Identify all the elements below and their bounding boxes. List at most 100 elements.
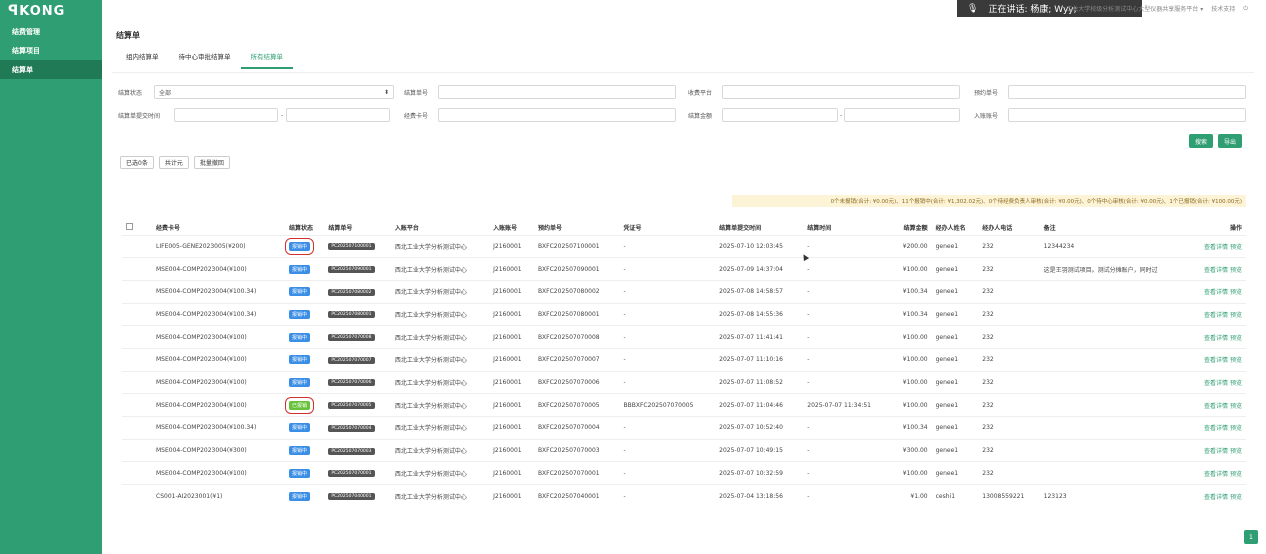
- view-detail-link[interactable]: 查看详情: [1204, 312, 1228, 319]
- support-link[interactable]: 技术支持: [1211, 4, 1235, 13]
- preview-link[interactable]: 预览: [1230, 267, 1242, 274]
- cell-platform: 西北工业大学分析测试中心: [390, 234, 490, 258]
- bill-code-badge: PC202507090001: [328, 266, 375, 274]
- preview-link[interactable]: 预览: [1230, 289, 1242, 296]
- preview-link[interactable]: 预览: [1230, 357, 1242, 364]
- card-no-input[interactable]: [438, 108, 676, 122]
- view-detail-link[interactable]: 查看详情: [1204, 289, 1228, 296]
- cell-settle-time: -: [803, 461, 892, 485]
- view-detail-link[interactable]: 查看详情: [1204, 494, 1228, 501]
- cell-settle-time: -: [803, 302, 892, 326]
- account-input[interactable]: [1008, 108, 1246, 122]
- amount-max-input[interactable]: [844, 108, 961, 122]
- cell-amount: ¥100.34: [891, 416, 932, 440]
- bill-no-input[interactable]: [438, 85, 676, 99]
- cell-amount: ¥100.34: [891, 279, 932, 304]
- cell-handler: genee1: [931, 302, 979, 326]
- sidebar-item-settlement-bills[interactable]: 结算单: [0, 60, 102, 79]
- sidebar: ꟼ KONG 结费管理 结算项目 结算单: [0, 0, 102, 554]
- cell-account: J2160001: [489, 438, 534, 462]
- view-detail-link[interactable]: 查看详情: [1204, 425, 1228, 432]
- view-detail-link[interactable]: 查看详情: [1204, 380, 1228, 387]
- search-button[interactable]: 搜索: [1189, 134, 1214, 148]
- cell-settle-time: -: [803, 279, 892, 304]
- cell-handler: genee1: [931, 393, 979, 417]
- view-detail-link[interactable]: 查看详情: [1204, 244, 1228, 251]
- cell-amount: ¥100.00: [891, 393, 932, 417]
- cell-platform: 西北工业大学分析测试中心: [390, 461, 490, 485]
- cell-platform: 西北工业大学分析测试中心: [390, 416, 490, 440]
- cell-amount: ¥100.00: [891, 347, 932, 372]
- view-detail-link[interactable]: 查看详情: [1204, 471, 1228, 478]
- platform-input[interactable]: [722, 85, 960, 99]
- sidebar-item-settlement-projects[interactable]: 结算项目: [0, 41, 102, 60]
- status-badge: 报销中: [289, 287, 311, 297]
- preview-link[interactable]: 预览: [1230, 494, 1242, 501]
- view-detail-link[interactable]: 查看详情: [1204, 448, 1228, 455]
- bill-code-badge: PC202507070003: [328, 447, 375, 455]
- preview-link[interactable]: 预览: [1230, 380, 1242, 387]
- amount-min-input[interactable]: [722, 108, 838, 122]
- cell-booking: BXFC202507070006: [533, 370, 620, 394]
- cell-handler: genee1: [931, 461, 979, 485]
- total-button[interactable]: 共计元: [158, 156, 189, 169]
- card-no-label: 经费卡号: [404, 112, 429, 120]
- bill-code-badge: PC202507040001: [328, 493, 375, 501]
- tab-all-bills[interactable]: 所有结算单: [240, 45, 293, 69]
- cell-voucher: -: [619, 461, 716, 485]
- preview-link[interactable]: 预览: [1230, 471, 1242, 478]
- tab-group-bills[interactable]: 组内结算单: [116, 45, 169, 69]
- cell-platform: 西北工业大学分析测试中心: [390, 484, 490, 508]
- power-icon[interactable]: ⏻: [1243, 5, 1248, 13]
- cell-card: MSE004-COMP2023004(¥100.34): [152, 302, 286, 326]
- submit-time-end[interactable]: [286, 108, 391, 122]
- cell-remark: [1039, 370, 1190, 394]
- col-phone: 经办人电话: [982, 225, 1013, 233]
- page-1-button[interactable]: 1: [1244, 530, 1258, 544]
- bill-code-badge: PC202507070006: [328, 379, 375, 387]
- cell-platform: 西北工业大学分析测试中心: [390, 325, 490, 349]
- selected-count-button[interactable]: 已选0条: [120, 156, 154, 169]
- view-detail-link[interactable]: 查看详情: [1204, 267, 1228, 274]
- export-button[interactable]: 导出: [1218, 134, 1243, 148]
- cell-account: J2160001: [489, 484, 534, 508]
- preview-link[interactable]: 预览: [1230, 335, 1242, 342]
- cell-submit-time: 2025-07-08 14:55:36: [715, 302, 804, 326]
- cell-settle-time: -: [803, 347, 892, 372]
- table-row: MSE004-COMP2023004(¥100) 报销中 PC20250707000…: [122, 325, 1246, 349]
- preview-link[interactable]: 预览: [1230, 403, 1242, 410]
- col-handler: 经办人姓名: [935, 225, 966, 233]
- cell-handler: genee1: [931, 370, 979, 394]
- cell-settle-time: -: [803, 234, 892, 258]
- cell-remark: [1039, 461, 1190, 485]
- tab-pending-center[interactable]: 待中心审批结算单: [169, 45, 241, 69]
- col-submit: 结算单提交时间: [719, 225, 762, 233]
- cell-settle-time: -: [803, 257, 892, 281]
- status-badge: 报销中: [289, 446, 311, 456]
- cell-remark: [1039, 438, 1190, 462]
- preview-link[interactable]: 预览: [1230, 448, 1242, 455]
- preview-link[interactable]: 预览: [1230, 312, 1242, 319]
- cell-account: J2160001: [489, 234, 534, 258]
- preview-link[interactable]: 预览: [1230, 425, 1242, 432]
- batch-withdraw-button[interactable]: 批量撤回: [193, 156, 230, 169]
- status-select[interactable]: 全部 ⬍: [154, 85, 394, 99]
- table-row: MSE004-COMP2023004(¥100.34) 报销中 PC20250708…: [122, 302, 1246, 326]
- cell-card: MSE004-COMP2023004(¥100): [152, 325, 286, 349]
- booking-no-input[interactable]: [1008, 85, 1246, 99]
- view-detail-link[interactable]: 查看详情: [1204, 335, 1228, 342]
- status-badge: 报销中: [289, 355, 311, 365]
- org-selector[interactable]: 工业大学校级分析测试中心大型仪器共享服务平台 ▾: [1066, 4, 1203, 13]
- cell-voucher: -: [619, 484, 716, 508]
- amount-label: 结算金额: [688, 112, 713, 120]
- select-all-checkbox[interactable]: [126, 223, 133, 231]
- cell-booking: BXFC202507070004: [533, 416, 620, 440]
- view-detail-link[interactable]: 查看详情: [1204, 357, 1228, 364]
- submit-time-start[interactable]: [174, 108, 278, 122]
- sidebar-item-fee-management[interactable]: 结费管理: [0, 22, 102, 41]
- cell-submit-time: 2025-07-07 10:52:40: [715, 416, 804, 440]
- preview-link[interactable]: 预览: [1230, 244, 1242, 251]
- cell-booking: BXFC202507080002: [533, 279, 620, 304]
- view-detail-link[interactable]: 查看详情: [1204, 403, 1228, 410]
- cell-settle-time: -: [803, 370, 892, 394]
